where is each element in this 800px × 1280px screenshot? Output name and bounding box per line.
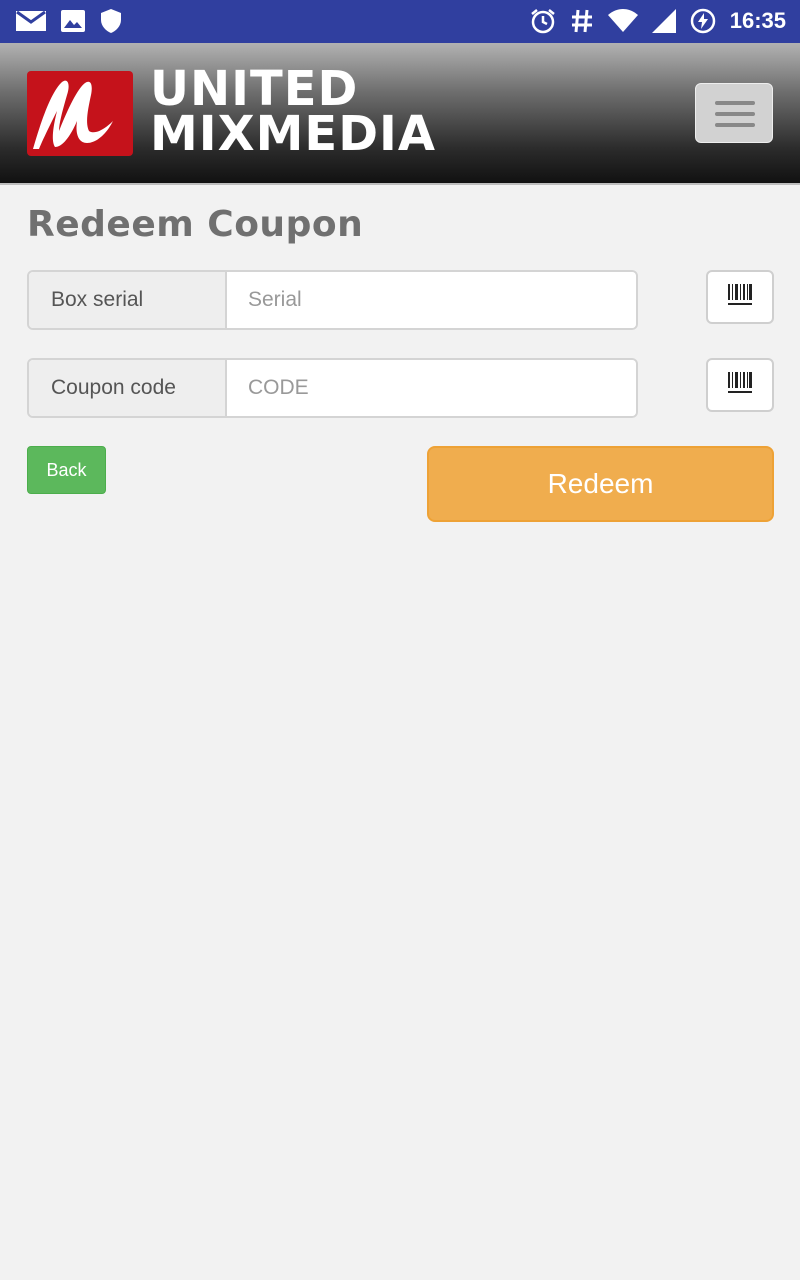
- box-serial-input[interactable]: [227, 272, 636, 328]
- scan-serial-button[interactable]: [706, 270, 774, 324]
- brand-logo-icon[interactable]: [27, 71, 133, 156]
- app-header: UNITED MIXMEDIA: [0, 43, 800, 185]
- alarm-icon: [530, 8, 556, 34]
- scan-code-button[interactable]: [706, 358, 774, 412]
- battery-charging-icon: [690, 8, 716, 34]
- hash-icon: [570, 8, 594, 34]
- coupon-code-group: Coupon code: [27, 358, 638, 418]
- image-icon: [60, 9, 86, 33]
- status-bar-notifications: [16, 8, 122, 34]
- status-bar-system: 16:35: [530, 8, 786, 34]
- brand-line-2: MIXMEDIA: [150, 106, 437, 162]
- status-bar: 16:35: [0, 0, 800, 43]
- coupon-code-label: Coupon code: [29, 360, 227, 416]
- wifi-icon: [607, 9, 638, 33]
- mail-icon: [16, 9, 46, 33]
- box-serial-label: Box serial: [29, 272, 227, 328]
- hamburger-menu-icon-bar: [715, 112, 755, 116]
- hamburger-menu-icon-bar: [715, 123, 755, 127]
- redeem-button[interactable]: Redeem: [427, 446, 774, 522]
- menu-toggle-button[interactable]: [695, 83, 773, 143]
- box-serial-group: Box serial: [27, 270, 638, 330]
- shield-icon: [100, 8, 122, 34]
- status-time: 16:35: [729, 8, 786, 33]
- signal-icon: [651, 9, 676, 33]
- barcode-icon: [728, 371, 752, 399]
- coupon-code-input[interactable]: [227, 360, 636, 416]
- brand-name: UNITED MIXMEDIA: [150, 65, 437, 162]
- back-button[interactable]: Back: [27, 446, 106, 494]
- hamburger-menu-icon: [715, 101, 755, 105]
- page-title: Redeem Coupon: [27, 204, 364, 245]
- barcode-icon: [728, 283, 752, 311]
